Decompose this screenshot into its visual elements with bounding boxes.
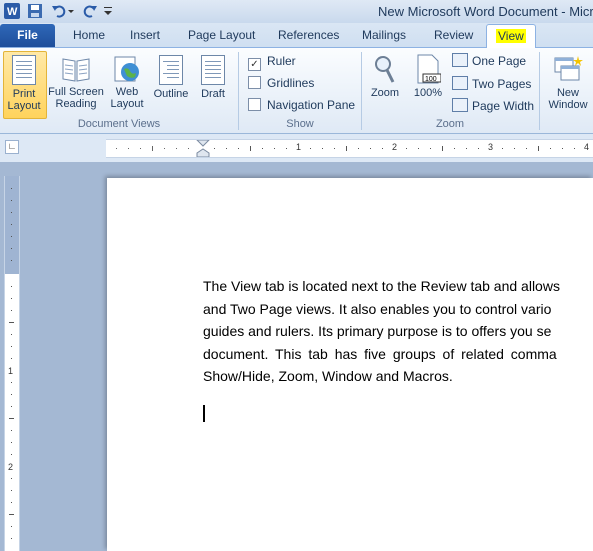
zoom-100-label: 100%: [413, 87, 443, 99]
ruler-number: 1: [8, 366, 14, 376]
dropdown-icon[interactable]: [67, 3, 75, 19]
svg-text:100: 100: [425, 76, 437, 83]
new-window-label-2: Window: [548, 99, 588, 111]
page-width-icon: [452, 98, 468, 112]
open-book-icon: [61, 55, 91, 83]
horizontal-ruler[interactable]: 1 2 3 4: [106, 139, 593, 158]
gridlines-checkbox[interactable]: Gridlines: [248, 76, 314, 90]
window-title: New Microsoft Word Document - Micro: [378, 4, 593, 19]
page-width-label: Page Width: [472, 99, 535, 113]
ribbon: Print Layout Full Screen Reading Web Lay…: [0, 48, 593, 134]
navigation-pane-label: Navigation Pane: [267, 98, 356, 112]
title-bar: W New Microsoft Word Document - Micro: [0, 0, 593, 23]
customize-qat-icon[interactable]: [103, 3, 113, 19]
ruler-number: 2: [8, 462, 14, 472]
print-layout-label-1: Print: [12, 88, 36, 100]
globe-icon: [113, 55, 141, 83]
draft-label: Draft: [201, 88, 225, 100]
checkbox-checked-icon: ✓: [248, 58, 261, 71]
checkbox-icon: [248, 76, 261, 89]
print-layout-icon: [12, 55, 36, 85]
zoom-label: Zoom: [370, 87, 400, 99]
tab-view[interactable]: View: [486, 24, 536, 49]
full-screen-reading-label-1: Full Screen: [48, 86, 104, 98]
ruler-checkbox[interactable]: ✓ Ruler: [248, 54, 296, 71]
outline-label: Outline: [153, 88, 189, 100]
document-line: guides and rulers. Its primary purpose i…: [203, 323, 552, 340]
ribbon-tabs: File Home Insert Page Layout References …: [0, 23, 593, 49]
document-line: and Two Page views. It also enables you …: [203, 300, 552, 317]
tab-file[interactable]: File: [0, 24, 55, 47]
redo-icon[interactable]: [82, 3, 98, 19]
svg-text:W: W: [7, 6, 18, 18]
two-pages-label: Two Pages: [472, 77, 532, 91]
document-page[interactable]: The View tab is located next to the Revi…: [107, 178, 593, 551]
print-layout-label-2: Layout: [7, 100, 41, 112]
one-page-label: One Page: [472, 54, 527, 68]
new-window-icon: [553, 54, 583, 84]
ruler-number: 3: [488, 142, 494, 152]
tab-references[interactable]: References: [278, 28, 339, 42]
new-window-label-1: New: [556, 87, 579, 99]
group-divider: [539, 52, 540, 130]
one-page-button[interactable]: One Page: [452, 53, 526, 68]
print-layout-button-content: Print Layout: [3, 51, 45, 112]
draft-button[interactable]: Draft: [195, 51, 231, 100]
ruler-number: 2: [392, 142, 398, 152]
vertical-ruler[interactable]: 1 2: [4, 176, 20, 551]
save-icon[interactable]: [27, 3, 43, 19]
vertical-ruler-ticks: [9, 188, 14, 539]
web-layout-label-1: Web: [115, 86, 139, 98]
document-line: Show/Hide, Zoom, Window and Macros.: [203, 368, 453, 385]
page-100-icon: 100: [415, 54, 442, 84]
one-page-icon: [452, 53, 468, 67]
text-cursor: [203, 405, 205, 422]
ruler-label: Ruler: [267, 54, 296, 68]
ruler-number: 4: [584, 142, 590, 152]
ruler-ticks: [196, 140, 575, 157]
document-line: document. This tab has five groups of re…: [203, 345, 557, 362]
two-pages-button[interactable]: Two Pages: [452, 76, 531, 91]
navigation-pane-checkbox[interactable]: Navigation Pane: [248, 98, 355, 112]
group-label-show: Show: [286, 118, 314, 130]
tab-review[interactable]: Review: [434, 28, 473, 42]
tab-home[interactable]: Home: [73, 28, 105, 42]
word-icon[interactable]: W: [4, 3, 20, 19]
full-screen-reading-label-2: Reading: [55, 98, 97, 110]
tab-view-label: View: [496, 29, 526, 43]
page-width-button[interactable]: Page Width: [452, 98, 534, 113]
document-body[interactable]: The View tab is located next to the Revi…: [203, 275, 593, 388]
web-layout-label-2: Layout: [110, 98, 144, 110]
draft-icon: [201, 55, 225, 85]
document-line: The View tab is located next to the Revi…: [203, 278, 560, 294]
zoom-100-button[interactable]: 100 100%: [408, 51, 448, 99]
outline-button[interactable]: Outline: [149, 51, 193, 100]
outline-icon: [159, 55, 183, 85]
gridlines-label: Gridlines: [267, 76, 315, 90]
ruler-number: 1: [296, 142, 302, 152]
group-label-zoom: Zoom: [435, 118, 465, 130]
undo-icon[interactable]: [51, 3, 67, 19]
checkbox-icon: [248, 98, 261, 111]
magnifier-icon: [373, 54, 397, 84]
group-label-document-views: Document Views: [77, 118, 161, 130]
tab-insert[interactable]: Insert: [130, 28, 160, 42]
zoom-button[interactable]: Zoom: [366, 51, 404, 99]
tab-page-layout[interactable]: Page Layout: [188, 28, 255, 42]
full-screen-reading-button[interactable]: Full Screen Reading: [47, 51, 105, 110]
web-layout-button[interactable]: Web Layout: [107, 51, 147, 110]
tab-mailings[interactable]: Mailings: [362, 28, 406, 42]
new-window-button[interactable]: New Window: [543, 51, 593, 111]
two-pages-icon: [452, 76, 468, 90]
tab-selector[interactable]: ∟: [5, 140, 19, 154]
